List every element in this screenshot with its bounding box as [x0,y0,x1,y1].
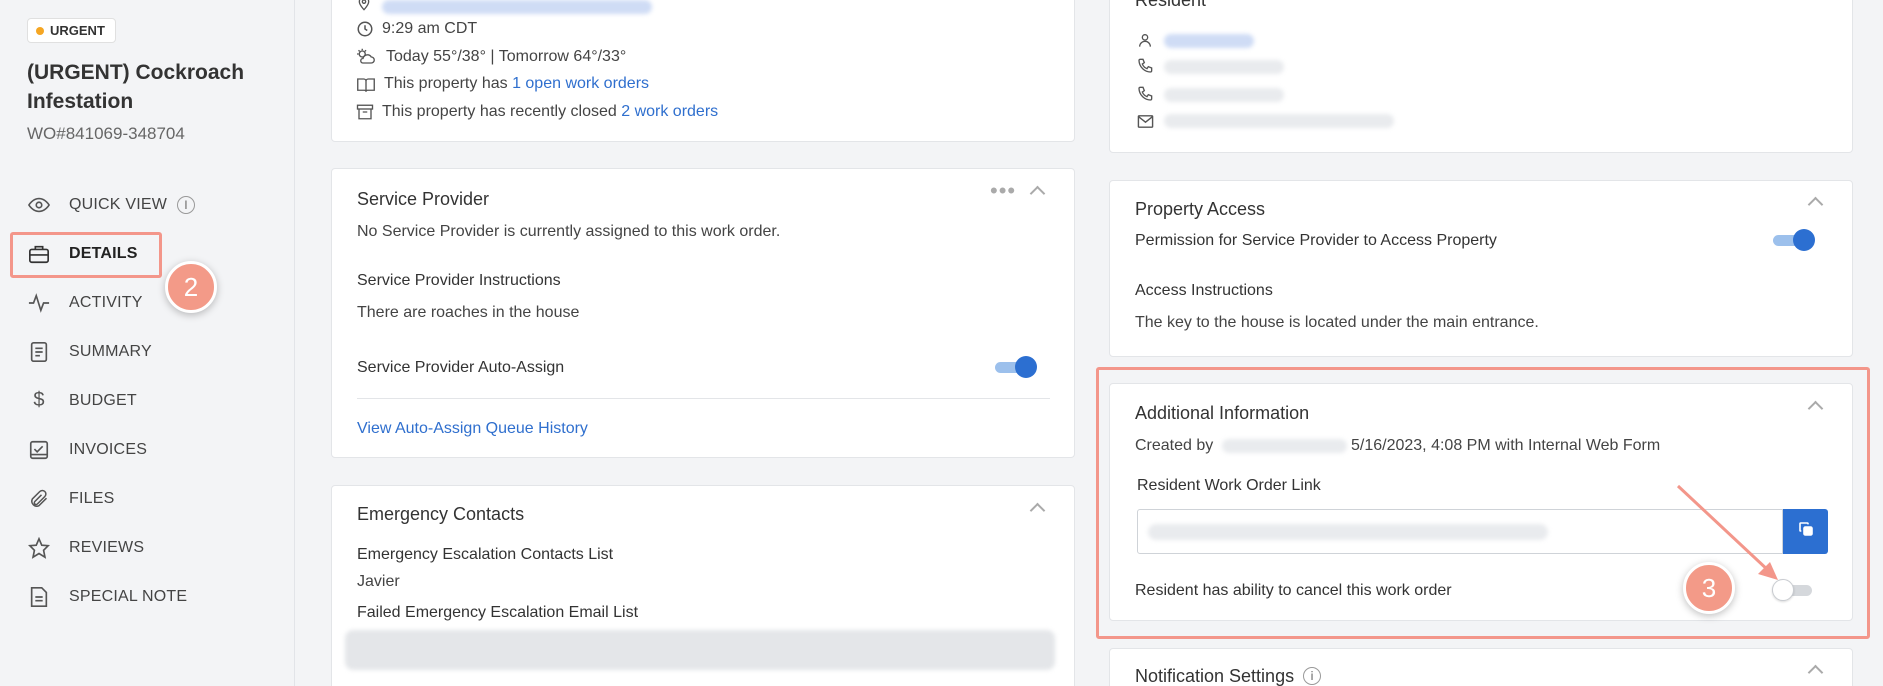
sidebar-item-budget[interactable]: $ BUDGET [0,376,295,425]
provider-instructions-text: There are roaches in the house [357,304,580,321]
resident-card [1109,0,1853,153]
weather-forecast: Today 55°/38° | Tomorrow 64°/33° [386,48,627,65]
sidebar-item-label: ACTIVITY [69,293,143,311]
open-work-orders-prefix: This property has [384,75,513,92]
sidebar-item-activity[interactable]: ACTIVITY [0,278,295,327]
redacted-phone-1 [1164,60,1284,74]
redacted-resident-name [1164,34,1254,48]
sidebar-item-label: QUICK VIEW [69,195,168,213]
mail-icon [1137,114,1155,132]
failed-escalation-label: Failed Emergency Escalation Email List [357,604,639,621]
emergency-contacts-title: Emergency Contacts [357,504,525,524]
escalation-contacts-label: Emergency Escalation Contacts List [357,546,614,563]
work-order-number: WO#841069-348704 [27,124,185,143]
escalation-contacts-value: Javier [357,573,400,590]
closed-work-orders-link[interactable]: 2 work orders [621,103,718,120]
service-provider-title: Service Provider [357,189,490,209]
sidebar-item-label: BUDGET [69,391,137,409]
weather-icon [356,48,375,66]
info-icon[interactable]: i [177,195,196,214]
info-icon[interactable]: i [1303,667,1321,685]
sidebar-item-label: SPECIAL NOTE [69,587,188,605]
open-work-orders-link[interactable]: 1 open work orders [512,75,649,92]
closed-work-orders-text: This property has recently closed 2 work… [382,103,718,121]
book-icon [356,76,375,94]
sidebar-item-label: REVIEWS [69,538,145,556]
document-list-icon [27,340,51,364]
more-options-icon[interactable]: ••• [990,180,1016,202]
property-access-title: Property Access [1135,199,1266,219]
sidebar-item-quick-view[interactable]: QUICK VIEW i [0,180,295,229]
redacted-phone-2 [1164,88,1284,102]
access-instructions-text: The key to the house is located under th… [1135,314,1539,331]
step-callout-3: 3 [1683,562,1735,614]
note-icon [27,585,51,609]
sidebar-item-label: INVOICES [69,440,148,458]
notification-settings-title: Notification Settings [1135,666,1295,686]
local-time: 9:29 am CDT [382,20,478,37]
sidebar-item-special-note[interactable]: SPECIAL NOTE [0,572,295,621]
section-divider [357,398,1050,399]
location-pin-icon [356,0,374,13]
sidebar-item-summary[interactable]: SUMMARY [0,327,295,376]
urgent-dot [36,26,44,35]
details-highlight-box [10,232,162,278]
no-provider-text: No Service Provider is currently assigne… [357,223,781,240]
step-callout-2: 2 [165,261,217,313]
archive-box-icon [356,103,374,121]
collapse-chevron-icon[interactable] [1808,194,1822,208]
auto-assign-queue-link[interactable]: View Auto-Assign Queue History [357,420,588,438]
urgent-badge-label: URGENT [50,23,105,38]
redacted-email-list [345,630,1055,670]
sidebar-item-invoices[interactable]: INVOICES [0,425,295,474]
redacted-address [382,0,652,14]
closed-work-orders-prefix: This property has recently closed [382,103,622,120]
toggle-knob [1015,356,1037,378]
paperclip-icon [27,487,51,511]
urgent-badge: URGENT [27,18,116,43]
redacted-email [1164,114,1394,128]
activity-pulse-icon [27,291,51,315]
collapse-chevron-icon[interactable] [1030,183,1044,197]
phone-icon [1137,86,1155,104]
provider-instructions-label: Service Provider Instructions [357,272,561,289]
collapse-chevron-icon[interactable] [1808,662,1822,676]
toggle-knob [1793,229,1815,251]
work-order-title: (URGENT) Cockroach Infestation [27,61,245,113]
auto-assign-toggle[interactable] [995,356,1037,378]
invoice-check-icon [27,438,51,462]
sidebar: URGENT (URGENT) Cockroach Infestation WO… [0,0,295,686]
access-permission-toggle[interactable] [1773,229,1815,251]
sidebar-item-label: SUMMARY [69,342,152,360]
resident-title: Resident [1135,0,1207,10]
dollar-icon: $ [33,389,45,411]
star-icon [27,536,51,560]
auto-assign-label: Service Provider Auto-Assign [357,359,565,376]
open-work-orders-text: This property has 1 open work orders [384,75,649,93]
person-icon [1137,31,1155,49]
sidebar-item-reviews[interactable]: REVIEWS [0,523,295,572]
access-permission-label: Permission for Service Provider to Acces… [1135,232,1497,249]
phone-icon [1137,58,1155,76]
sidebar-item-label: FILES [69,489,115,507]
access-instructions-label: Access Instructions [1135,282,1273,299]
clock-icon [356,20,374,38]
eye-icon [27,193,51,217]
collapse-chevron-icon[interactable] [1030,500,1044,514]
sidebar-item-files[interactable]: FILES [0,474,295,523]
